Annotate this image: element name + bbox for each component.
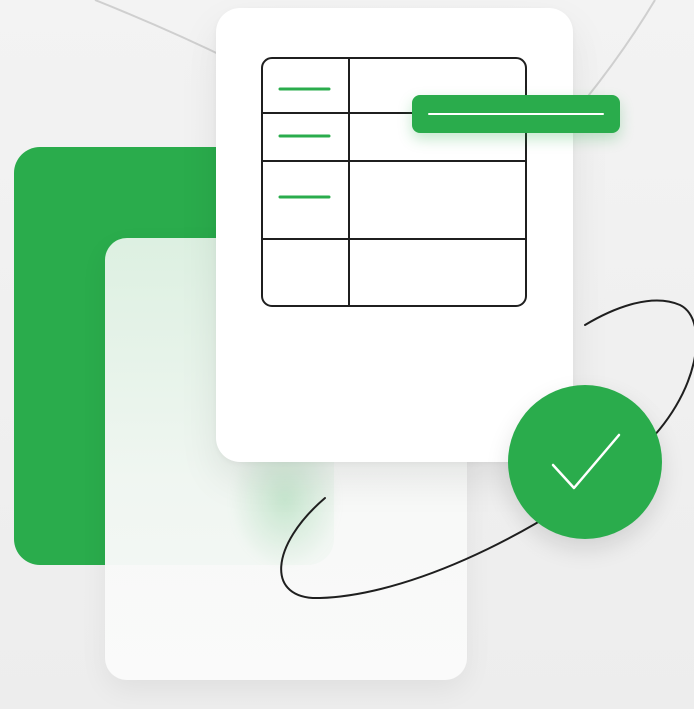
- checkmark-icon: [551, 433, 621, 490]
- highlight-bar-line: [428, 113, 604, 115]
- illustration-scene: [0, 0, 694, 709]
- highlight-bar: [412, 95, 620, 133]
- approved-badge: [508, 385, 662, 539]
